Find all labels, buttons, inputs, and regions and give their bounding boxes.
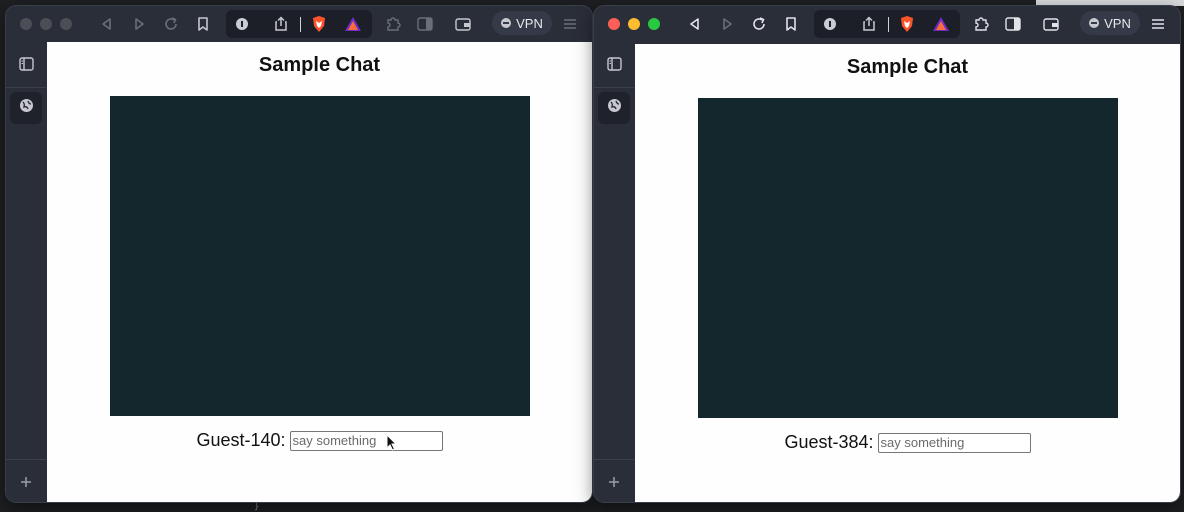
address-divider [300, 17, 301, 32]
address-bar[interactable] [814, 10, 960, 38]
sidebar-separator [6, 87, 46, 88]
vpn-icon [1089, 18, 1100, 28]
forward-icon[interactable] [130, 15, 148, 33]
chat-input-row: Guest-140: [47, 430, 592, 451]
minimize-window-button[interactable] [628, 18, 640, 30]
page-content: Sample Chat Guest-140: [47, 42, 592, 502]
page-title: Sample Chat [846, 56, 969, 78]
sidebar-item-web[interactable] [10, 92, 42, 124]
menu-icon[interactable] [561, 15, 579, 33]
brave-shields-icon[interactable] [898, 15, 916, 33]
toolbar: VPN [594, 6, 1180, 42]
vpn-label: VPN [516, 15, 543, 31]
add-icon [20, 475, 32, 493]
sidebar [6, 42, 46, 502]
sidebar-item-web[interactable] [598, 92, 630, 124]
chat-message-input[interactable] [289, 430, 443, 451]
mouse-pointer-icon [386, 433, 398, 456]
brave-rewards-icon[interactable] [932, 15, 950, 33]
globe-icon [19, 98, 34, 118]
add-icon [608, 475, 620, 493]
sidebar-panel-button[interactable] [10, 50, 42, 82]
close-window-button[interactable] [20, 18, 32, 30]
sidebar-separator [594, 87, 634, 88]
globe-icon [607, 98, 622, 118]
guest-label: Guest-140: [196, 430, 286, 450]
vpn-button[interactable]: VPN [1080, 11, 1140, 35]
share-icon[interactable] [860, 15, 878, 33]
sidebar [594, 42, 634, 502]
guest-label: Guest-384: [784, 432, 874, 452]
background-text-fragment: } [254, 502, 260, 512]
add-sidebar-item-button[interactable] [598, 468, 630, 500]
vpn-label: VPN [1104, 15, 1131, 31]
sidebar-separator [594, 459, 634, 460]
reload-icon[interactable] [162, 15, 180, 33]
address-divider [888, 17, 889, 32]
maximize-window-button[interactable] [60, 18, 72, 30]
maximize-window-button[interactable] [648, 18, 660, 30]
sidebar-panel-icon [606, 56, 622, 76]
share-icon[interactable] [272, 15, 290, 33]
back-icon[interactable] [98, 15, 116, 33]
chat-canvas [110, 96, 530, 416]
browser-window-right: VPN Sample Chat Guest-384: [594, 6, 1180, 502]
back-icon[interactable] [686, 15, 704, 33]
sidebar-panel-icon [18, 56, 34, 76]
chat-input-row: Guest-384: [635, 432, 1180, 453]
sidebar-toggle-icon[interactable] [1004, 15, 1022, 33]
menu-icon[interactable] [1149, 15, 1167, 33]
bookmark-icon[interactable] [194, 15, 212, 33]
close-window-button[interactable] [608, 18, 620, 30]
wallet-icon[interactable] [454, 15, 472, 33]
toolbar: VPN [6, 6, 592, 42]
reload-icon[interactable] [750, 15, 768, 33]
bookmark-icon[interactable] [782, 15, 800, 33]
page-content: Sample Chat Guest-384: [635, 44, 1180, 502]
add-sidebar-item-button[interactable] [10, 468, 42, 500]
sidebar-separator [6, 459, 46, 460]
extensions-icon[interactable] [972, 15, 990, 33]
extensions-icon[interactable] [384, 15, 402, 33]
sidebar-toggle-icon[interactable] [416, 15, 434, 33]
site-info-icon[interactable] [236, 18, 248, 30]
vpn-button[interactable]: VPN [492, 11, 552, 35]
address-bar[interactable] [226, 10, 372, 38]
vpn-icon [501, 18, 512, 28]
brave-shields-icon[interactable] [310, 15, 328, 33]
sidebar-panel-button[interactable] [598, 50, 630, 82]
brave-rewards-icon[interactable] [344, 15, 362, 33]
chat-message-input[interactable] [877, 432, 1031, 453]
page-title: Sample Chat [258, 54, 381, 76]
chat-canvas [698, 98, 1118, 418]
wallet-icon[interactable] [1042, 15, 1060, 33]
forward-icon[interactable] [718, 15, 736, 33]
site-info-icon[interactable] [824, 18, 836, 30]
browser-window-left: VPN Sample Chat Guest-140: [6, 6, 592, 502]
minimize-window-button[interactable] [40, 18, 52, 30]
